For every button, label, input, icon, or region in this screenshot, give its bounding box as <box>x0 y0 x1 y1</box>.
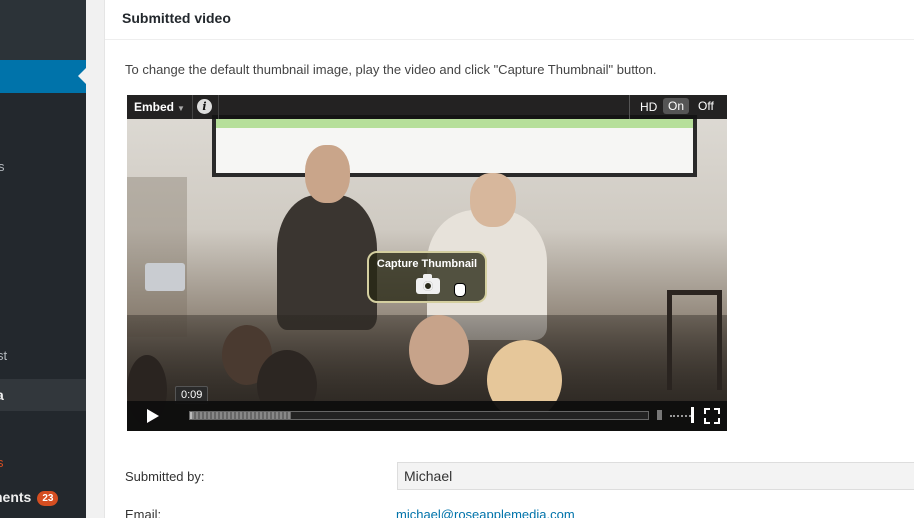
sidebar-item-comments[interactable]: nents 23 <box>0 489 59 506</box>
speaker-one <box>277 195 377 330</box>
fullscreen-icon[interactable] <box>704 408 720 424</box>
play-icon[interactable] <box>127 401 177 431</box>
panel-title: Submitted video <box>122 10 231 26</box>
submitted-by-label: Submitted by: <box>125 469 205 484</box>
hd-toggle: HD On Off <box>629 95 727 119</box>
video-player[interactable]: Embed ▼ i HD On Off Capture Thumbnail 0:0… <box>127 95 727 431</box>
panel-header: Submitted video <box>105 0 914 40</box>
sidebar-item-active[interactable] <box>0 60 86 93</box>
camera-icon <box>416 274 440 294</box>
instructions-text: To change the default thumbnail image, p… <box>125 62 657 77</box>
player-control-bar <box>127 401 727 431</box>
seek-played <box>190 412 192 419</box>
sidebar-item-label[interactable]: s <box>0 159 5 174</box>
submitted-by-field[interactable] <box>397 462 914 490</box>
seek-buffered <box>190 412 291 419</box>
hand-cursor-icon <box>454 283 466 297</box>
email-label: Email: <box>125 507 162 518</box>
sidebar-item-label: nents <box>0 489 32 505</box>
volume-icon[interactable] <box>657 410 664 420</box>
hd-off-button[interactable]: Off <box>698 99 714 113</box>
comments-count-badge: 23 <box>37 491 59 506</box>
caret-down-icon: ▼ <box>177 104 185 113</box>
email-link[interactable]: michael@roseapplemedia.com <box>396 507 575 518</box>
sidebar-top-area <box>0 0 86 60</box>
player-top-bar: Embed ▼ i HD On Off <box>127 95 727 119</box>
hd-label: HD <box>640 100 658 114</box>
projector-screen <box>212 115 697 177</box>
laptop-image <box>145 263 185 291</box>
admin-sidebar: s st a s nents 23 <box>0 0 86 518</box>
sidebar-active-arrow <box>78 68 86 84</box>
capture-thumbnail-button[interactable]: Capture Thumbnail <box>367 251 487 303</box>
hd-on-button[interactable]: On <box>663 98 690 114</box>
sidebar-item-media[interactable] <box>0 379 86 411</box>
sidebar-item-label[interactable]: s <box>0 455 4 470</box>
embed-button[interactable]: Embed ▼ <box>127 95 193 119</box>
sidebar-item-label[interactable]: st <box>0 348 7 363</box>
volume-knob[interactable] <box>691 407 694 423</box>
sidebar-item-label[interactable]: a <box>0 387 4 403</box>
seek-bar[interactable] <box>189 411 649 420</box>
info-icon[interactable]: i <box>197 99 212 114</box>
